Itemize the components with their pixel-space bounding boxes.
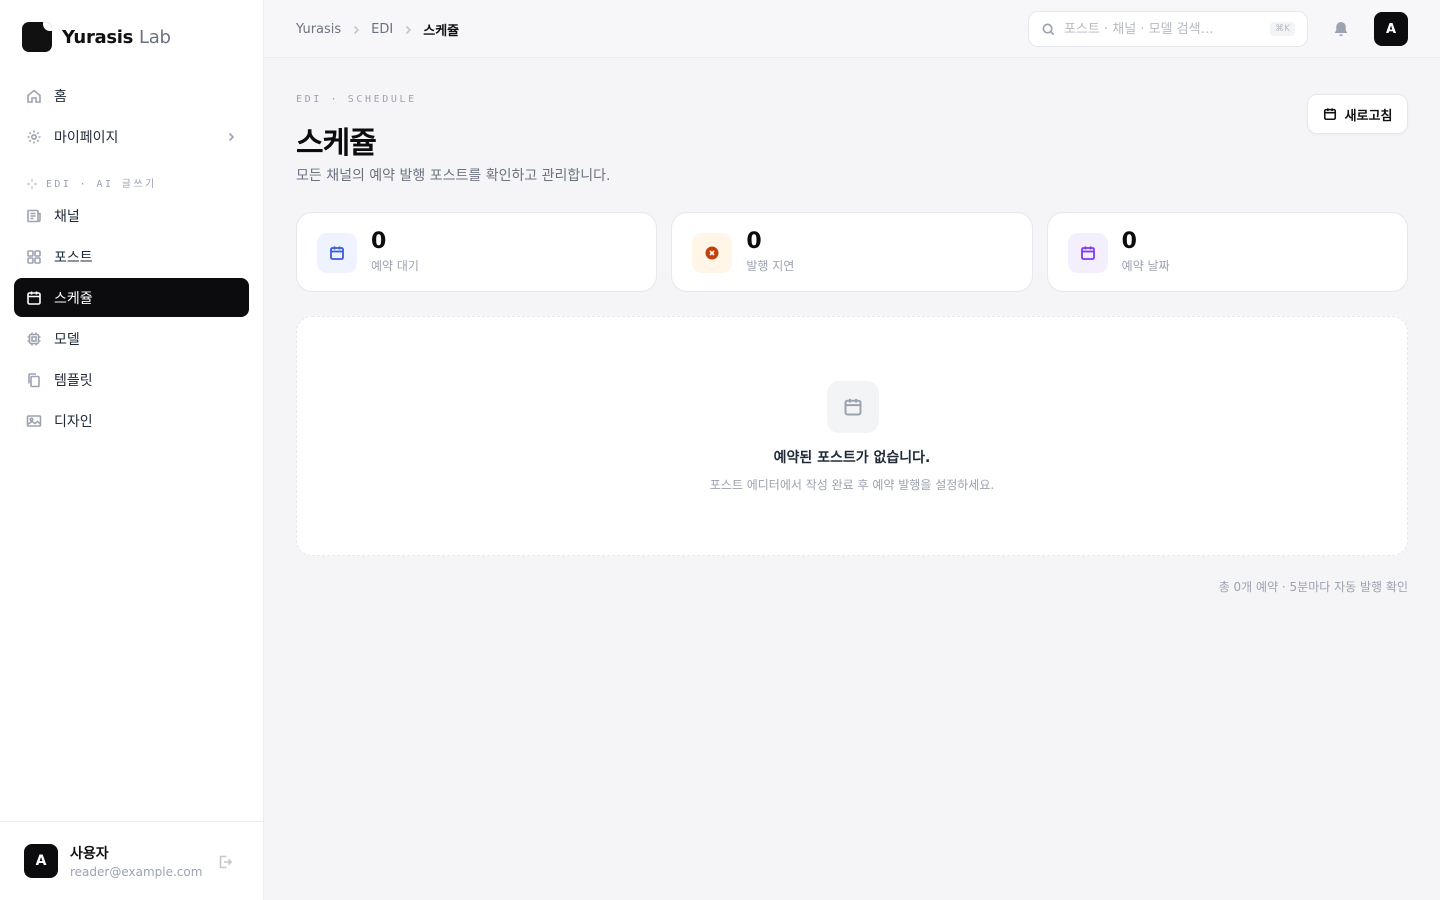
stat-icon-wrap (1067, 233, 1108, 273)
topbar: Yurasis EDI 스케쥴 ⌘K A (264, 0, 1440, 58)
empty-icon-wrap (827, 381, 879, 433)
refresh-button[interactable]: 새로고침 (1307, 94, 1408, 134)
sidebar-item-label: 포스트 (54, 249, 93, 266)
breadcrumb-item[interactable]: EDI (371, 22, 393, 37)
search-input[interactable] (1064, 21, 1254, 37)
sidebar-nav: 홈 마이페이지 EDI · AI 글쓰기 채널 포스트 스케쥴 모델 템플릿 디… (14, 76, 249, 442)
chevron-right-icon (354, 25, 360, 34)
sidebar-item-templates[interactable]: 템플릿 (14, 360, 249, 399)
brand-name: Yurasis Lab (62, 27, 171, 48)
sidebar-item-schedule[interactable]: 스케쥴 (14, 278, 249, 317)
search-icon (1042, 23, 1055, 35)
calendar-icon (330, 246, 344, 260)
user-profile[interactable]: A 사용자 reader@example.com (0, 821, 263, 900)
stat-card-pending: 0 예약 대기 (296, 212, 658, 292)
page-title: 스케쥴 (296, 126, 377, 161)
brand-name-primary: Yurasis (62, 26, 134, 48)
stat-value: 0 (746, 229, 762, 254)
breadcrumb-current: 스케쥴 (423, 24, 460, 39)
chip-icon (27, 332, 41, 345)
chevron-right-icon (406, 25, 412, 34)
brand[interactable]: Yurasis Lab (22, 22, 171, 52)
avatar: A (24, 844, 58, 878)
user-name: 사용자 (70, 846, 109, 862)
sidebar-section-text: EDI · AI 글쓰기 (46, 179, 157, 190)
calendar-icon (844, 398, 862, 416)
stat-icon-wrap (317, 233, 357, 273)
sidebar: Yurasis Lab 홈 마이페이지 EDI · AI 글쓰기 채널 포스트 (0, 0, 264, 900)
sidebar-item-label: 스케쥴 (54, 290, 93, 307)
grid-icon (27, 249, 41, 264)
calendar-icon (27, 291, 41, 305)
sidebar-item-models[interactable]: 모델 (14, 319, 249, 358)
stat-card-dates: 0 예약 날짜 (1046, 212, 1408, 292)
sidebar-item-home[interactable]: 홈 (14, 76, 249, 115)
image-icon (26, 414, 42, 427)
stat-icon-wrap (692, 233, 733, 273)
sidebar-item-design[interactable]: 디자인 (14, 401, 249, 440)
calendar-icon (1323, 108, 1336, 121)
calendar-icon (1080, 246, 1095, 260)
x-circle-icon (705, 246, 719, 260)
sidebar-item-channels[interactable]: 채널 (14, 196, 249, 235)
page-eyebrow: EDI · SCHEDULE (296, 94, 417, 105)
page-subtitle: 모든 채널의 예약 발행 포스트를 확인하고 관리합니다. (296, 168, 611, 184)
stat-label: 예약 대기 (371, 259, 419, 273)
search-shortcut: ⌘K (1270, 22, 1295, 36)
sidebar-section-label: EDI · AI 글쓰기 (14, 158, 249, 196)
user-avatar-button[interactable]: A (1374, 12, 1408, 46)
stat-label: 예약 날짜 (1121, 259, 1170, 273)
brand-logo (22, 22, 52, 52)
newspaper-icon (27, 209, 41, 222)
copy-icon (28, 372, 40, 387)
brand-name-light: Lab (139, 26, 171, 48)
chevron-right-icon (228, 132, 235, 141)
sidebar-item-label: 디자인 (54, 413, 93, 430)
logout-icon[interactable] (217, 854, 233, 870)
sidebar-item-label: 마이페이지 (54, 129, 119, 146)
search-box[interactable]: ⌘K (1028, 11, 1308, 47)
home-icon (27, 88, 41, 103)
bell-icon[interactable] (1332, 20, 1350, 38)
user-email: reader@example.com (70, 865, 203, 879)
sparkle-icon (27, 179, 37, 189)
empty-state: 예약된 포스트가 없습니다. 포스트 에디터에서 작성 완료 후 예약 발행을 … (296, 316, 1408, 556)
gear-icon (27, 130, 41, 143)
stat-value: 0 (371, 229, 387, 254)
empty-state-description: 포스트 에디터에서 작성 완료 후 예약 발행을 설정하세요. (709, 478, 995, 492)
footer-note: 총 0개 예약 · 5분마다 자동 발행 확인 (1218, 580, 1408, 594)
sidebar-item-posts[interactable]: 포스트 (14, 237, 249, 276)
stat-label: 발행 지연 (746, 259, 795, 273)
breadcrumb-item[interactable]: Yurasis (296, 22, 341, 37)
empty-state-title: 예약된 포스트가 없습니다. (773, 450, 931, 466)
refresh-button-label: 새로고침 (1344, 108, 1393, 124)
stats-row: 0 예약 대기 0 발행 지연 0 예약 날짜 (296, 212, 1408, 292)
breadcrumb: Yurasis EDI 스케쥴 (296, 20, 459, 39)
sidebar-item-label: 채널 (54, 208, 80, 225)
sidebar-item-label: 템플릿 (54, 372, 93, 389)
stat-value: 0 (1121, 229, 1137, 254)
stat-card-delayed: 0 발행 지연 (671, 212, 1033, 292)
sidebar-item-label: 모델 (54, 331, 80, 348)
sidebar-item-mypage[interactable]: 마이페이지 (14, 117, 249, 156)
sidebar-item-label: 홈 (54, 88, 67, 105)
